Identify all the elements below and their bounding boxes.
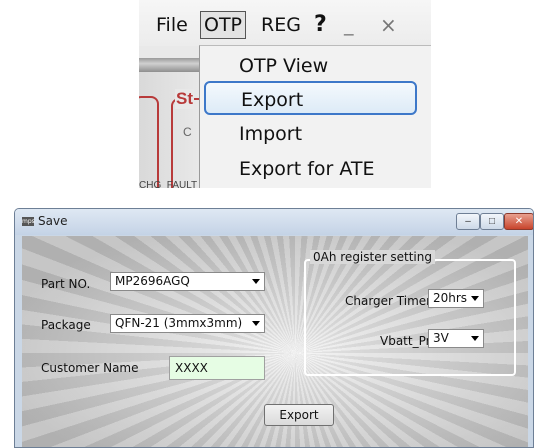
menu-otp[interactable]: OTP — [200, 11, 247, 39]
menu-item-export[interactable]: Export — [204, 81, 417, 115]
chevron-down-icon — [252, 279, 260, 284]
charger-timer-label: Charger Timer — [345, 294, 432, 308]
menu-help[interactable]: ? — [314, 12, 327, 38]
part-no-value: MP2696AGQ — [115, 274, 190, 288]
package-value: QFN-21 (3mmx3mm) — [115, 316, 243, 330]
menu-file[interactable]: File — [156, 12, 188, 38]
background-group-title: St — [175, 89, 194, 109]
register-setting-group — [304, 259, 516, 376]
chevron-down-icon — [471, 296, 479, 301]
part-no-label: Part NO. — [41, 277, 91, 291]
chevron-down-icon — [252, 321, 260, 326]
app-logo-icon: mps — [22, 217, 35, 226]
window-title: Save — [38, 214, 68, 228]
background-text: C — [183, 125, 192, 139]
maximize-button[interactable]: □ — [480, 213, 504, 230]
customer-name-label: Customer Name — [41, 361, 139, 375]
vbatt-pre-value: 3V — [433, 331, 449, 345]
menu-item-export-for-ate[interactable]: Export for ATE — [200, 152, 431, 186]
background-group-border — [139, 96, 159, 188]
menu-item-import[interactable]: Import — [200, 117, 431, 151]
package-dropdown[interactable]: QFN-21 (3mmx3mm) — [110, 314, 265, 333]
charger-timer-value: 20hrs — [433, 291, 468, 305]
close-button[interactable]: ✕ — [504, 213, 533, 230]
register-group-title: 0Ah register setting — [310, 250, 435, 264]
background-rail — [139, 58, 203, 72]
menu-reg[interactable]: REG — [261, 12, 301, 38]
charger-timer-dropdown[interactable]: 20hrs — [428, 289, 484, 308]
minimize-button[interactable]: – — [456, 213, 480, 230]
part-no-dropdown[interactable]: MP2696AGQ — [110, 272, 265, 291]
minimize-icon[interactable]: _ — [344, 12, 354, 38]
package-label: Package — [41, 318, 91, 332]
dialog-body: Part NO. MP2696AGQ Package QFN-21 (3mmx3… — [22, 236, 528, 447]
menu-item-otp-view[interactable]: OTP View — [200, 49, 431, 83]
title-bar[interactable]: mps Save – □ ✕ — [15, 209, 533, 235]
menu-bar: File OTP REG ? _ × — [139, 0, 431, 46]
close-icon[interactable]: × — [380, 12, 397, 38]
vbatt-pre-dropdown[interactable]: 3V — [428, 329, 484, 348]
export-button[interactable]: Export — [264, 404, 334, 426]
save-dialog: mps Save – □ ✕ Part NO. MP2696AGQ Packag… — [14, 208, 534, 448]
customer-name-input[interactable]: XXXX — [169, 356, 265, 380]
chevron-down-icon — [471, 336, 479, 341]
menu-screenshot: File OTP REG ? _ × St C CHG_FAULT No_abn… — [139, 0, 431, 188]
otp-dropdown-menu: OTP View Export Import Export for ATE — [199, 45, 431, 188]
